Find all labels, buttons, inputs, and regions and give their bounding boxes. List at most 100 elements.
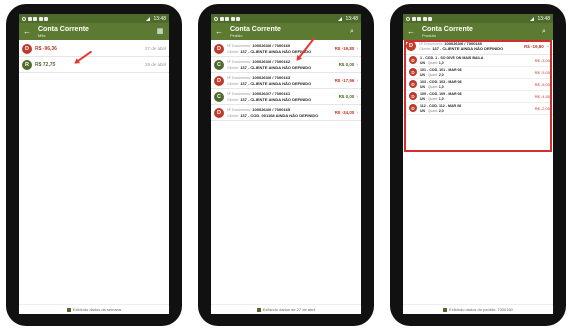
product-unit: UN — [420, 72, 425, 77]
download-icon — [38, 16, 43, 21]
chevron-right-icon: › — [356, 61, 358, 68]
client-name: 137 - CLIENTE AINDA NÃO DEFINIDO — [240, 80, 312, 86]
footer-text: Exibindo dados da semana — [72, 307, 122, 312]
doc-label: Nº Documento: — [227, 60, 252, 65]
back-arrow-icon[interactable]: ← — [407, 27, 417, 36]
order-amount: R$ -19,80 — [524, 43, 544, 49]
doc-label: Nº Documento: — [419, 42, 444, 46]
notification-icon — [22, 16, 26, 21]
footer-text: Exibindo dados de 27 de abril — [262, 307, 316, 312]
qty-label: Quant: — [427, 108, 438, 113]
list-item[interactable]: D Nº Documento: 1000263/6 / 7000160 Clie… — [211, 41, 361, 57]
footer: Exibindo dados de 27 de abril — [211, 304, 361, 314]
product-item[interactable]: D 103 - COD. 103 - MAR 08 UN Quant: 1,0 … — [403, 79, 553, 91]
client-name: 137 - CLIENTE AINDA NÃO DEFINIDO — [240, 64, 312, 70]
app-bar: ← Conta Corrente Pedido ⌕ — [211, 23, 361, 40]
app-icon — [33, 16, 37, 21]
row-date: 28 de abril — [144, 62, 166, 67]
list-item[interactable]: C Nº Documento: 1000263/6 / 7000162 Clie… — [211, 57, 361, 73]
status-time: 13:48 — [537, 15, 550, 22]
product-item[interactable]: D 109 - COD. 109 - MAR 08 UN Quant: 1,0 … — [403, 91, 553, 103]
list-item[interactable]: D Nº Documento: 1000264/0 / 7000165 Clie… — [211, 105, 361, 121]
app-title: Conta Corrente — [422, 25, 473, 33]
client-label: Cliente: — [227, 97, 240, 102]
status-bar: 13:48 — [211, 14, 361, 23]
credit-badge: C — [214, 91, 224, 102]
credit-badge: R — [22, 59, 32, 70]
notification-icon — [406, 16, 410, 21]
chevron-down-icon[interactable]: ⌄ — [546, 43, 550, 49]
image-icon — [236, 16, 240, 21]
image-icon — [428, 16, 432, 21]
product-amount: R$ -5,00 — [534, 69, 550, 75]
client-name: 137 - CLIENTE AINDA NÃO DEFINIDO — [432, 46, 504, 52]
row-amount: R$ -34,00 — [334, 110, 355, 115]
footer: Exibindo dados da semana — [19, 304, 169, 314]
debit-badge: D — [409, 56, 417, 65]
footer: Exibindo dados do pedido: 7000160 — [403, 304, 553, 314]
product-qty: 1,0 — [438, 60, 444, 65]
doc-number: 1000263/6 / 7000163 — [252, 75, 291, 81]
row-amount: R$ -17,96 — [334, 78, 355, 83]
client-label: Cliente: — [227, 113, 240, 118]
calendar-icon[interactable]: ▦ — [155, 28, 165, 35]
doc-number: 1000264/0 / 7000165 — [252, 107, 291, 113]
qty-label: Quant: — [427, 72, 438, 77]
order-header[interactable]: D Nº Documento: 1000263/6 / 7000160 Clie… — [403, 40, 553, 55]
client-label: Cliente: — [419, 47, 432, 52]
row-amount: R$ 0,00 — [338, 62, 355, 67]
doc-label: Nº Documento: — [227, 44, 252, 49]
debit-badge: D — [409, 92, 417, 101]
product-item[interactable]: D 1 - COD. 1 - SO DIVE ON MAIS BAILA UN … — [403, 55, 553, 67]
qty-label: Quant: — [427, 84, 438, 89]
row-amount: R$ -96,36 — [35, 45, 57, 52]
client-name: 137 - COD. 001168 AINDA NÃO DEFINIDO — [240, 112, 319, 118]
calendar-small-icon — [443, 307, 448, 312]
calendar-small-icon — [256, 307, 261, 312]
chevron-right-icon: › — [356, 93, 358, 100]
chevron-right-icon: › — [356, 77, 358, 84]
app-title: Conta Corrente — [38, 25, 89, 33]
debit-badge: D — [409, 104, 417, 113]
doc-number: 1000263/7 / 7000161 — [252, 91, 291, 97]
signal-icon — [530, 16, 535, 21]
doc-number: 1000263/6 / 7000162 — [252, 59, 291, 65]
calendar-small-icon — [66, 307, 71, 312]
debit-badge: D — [214, 43, 224, 54]
app-icon — [417, 16, 421, 21]
product-amount: R$ -3,00 — [534, 57, 550, 63]
row-amount: R$ 72,75 — [35, 61, 56, 68]
app-bar: ← Conta Corrente Produto ⌕ — [403, 23, 553, 40]
image-icon — [44, 16, 48, 21]
row-amount: R$ -19,80 — [334, 46, 355, 51]
product-qty: 1,0 — [438, 84, 444, 89]
screen-pedido: 13:48 ← Conta Corrente Pedido ⌕ D Nº Doc… — [211, 14, 361, 314]
chevron-right-icon: › — [356, 45, 358, 52]
product-unit: UN — [420, 96, 425, 101]
list-item[interactable]: D Nº Documento: 1000263/6 / 7000163 Clie… — [211, 73, 361, 89]
message-icon — [219, 16, 224, 21]
screen-produto: 13:48 ← Conta Corrente Produto ⌕ D Nº Do… — [403, 14, 553, 314]
status-time: 13:48 — [345, 15, 358, 22]
list-item[interactable]: C Nº Documento: 1000263/7 / 7000161 Clie… — [211, 89, 361, 105]
debit-badge: D — [406, 41, 416, 52]
search-icon[interactable]: ⌕ — [539, 28, 549, 35]
back-arrow-icon[interactable]: ← — [23, 27, 33, 36]
list-item[interactable]: D R$ -96,36 27 de abril — [19, 41, 169, 57]
list-item[interactable]: R R$ 72,75 28 de abril — [19, 57, 169, 73]
search-icon[interactable]: ⌕ — [347, 28, 357, 35]
signal-icon — [338, 16, 343, 21]
app-icon — [225, 16, 229, 21]
status-bar: 13:48 — [403, 14, 553, 23]
back-arrow-icon[interactable]: ← — [215, 27, 225, 36]
product-item[interactable]: D 112 - COD. 112 - MAR 08 UN Quant: 2,0 … — [403, 103, 553, 115]
message-icon — [27, 16, 32, 21]
footer-text: Exibindo dados do pedido: 7000160 — [449, 307, 513, 312]
product-qty: 2,0 — [438, 72, 444, 77]
debit-badge: D — [214, 75, 224, 86]
product-item[interactable]: D 101 - COD. 101 - MAR 08 UN Quant: 2,0 … — [403, 67, 553, 79]
product-amount: R$ -5,00 — [534, 81, 550, 87]
balance-list: D R$ -96,36 27 de abril R R$ 72,75 28 de… — [19, 40, 169, 73]
debit-badge: D — [22, 43, 32, 54]
chevron-right-icon: › — [356, 109, 358, 116]
